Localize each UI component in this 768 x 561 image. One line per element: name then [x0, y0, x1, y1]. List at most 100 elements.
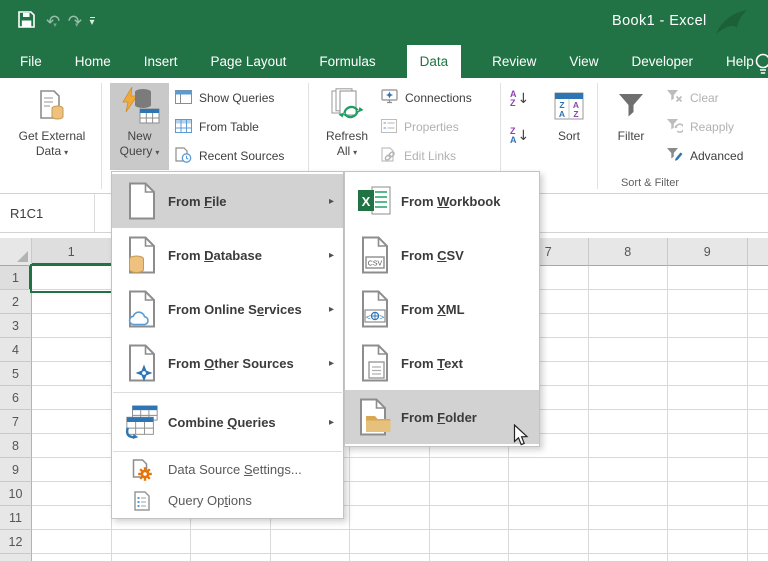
- cell[interactable]: [668, 482, 748, 506]
- cell[interactable]: [509, 458, 589, 482]
- tab-data[interactable]: Data: [406, 45, 462, 78]
- cell[interactable]: [747, 314, 768, 338]
- submenu-item-from-folder[interactable]: From Folder: [345, 390, 539, 444]
- cell[interactable]: [32, 434, 112, 458]
- cell[interactable]: [350, 530, 430, 554]
- cell[interactable]: [32, 410, 112, 434]
- edit-links-button[interactable]: Edit Links: [381, 146, 456, 166]
- cell[interactable]: [588, 554, 668, 561]
- row-header-4[interactable]: 4: [0, 338, 32, 362]
- cell[interactable]: [429, 554, 509, 561]
- submenu-item-from-csv[interactable]: CSV From CSV: [345, 228, 539, 282]
- tab-home[interactable]: Home: [73, 45, 113, 78]
- row-header-9[interactable]: 9: [0, 458, 32, 482]
- cell[interactable]: [588, 314, 668, 338]
- cell[interactable]: [588, 410, 668, 434]
- row-header-1[interactable]: 1: [0, 266, 32, 290]
- redo-icon[interactable]: ↷▾: [68, 13, 82, 32]
- cell[interactable]: [747, 458, 768, 482]
- cell[interactable]: [668, 314, 748, 338]
- cell[interactable]: [32, 338, 112, 362]
- name-box[interactable]: R1C1: [0, 194, 95, 232]
- cell[interactable]: [509, 530, 589, 554]
- cell[interactable]: [32, 506, 112, 530]
- cell[interactable]: [429, 482, 509, 506]
- cell[interactable]: [588, 266, 668, 290]
- undo-icon[interactable]: ↶▾: [46, 13, 60, 32]
- menu-item-from-database[interactable]: From Database ▸: [112, 228, 343, 282]
- cell[interactable]: [32, 554, 112, 561]
- cell[interactable]: [668, 338, 748, 362]
- cell[interactable]: [747, 338, 768, 362]
- cell[interactable]: [668, 386, 748, 410]
- tab-review[interactable]: Review: [490, 45, 538, 78]
- submenu-item-from-workbook[interactable]: X From Workbook: [345, 174, 539, 228]
- tab-developer[interactable]: Developer: [629, 45, 695, 78]
- cell[interactable]: [588, 530, 668, 554]
- show-queries-button[interactable]: Show Queries: [175, 88, 274, 108]
- cell[interactable]: [668, 530, 748, 554]
- cell[interactable]: [588, 362, 668, 386]
- row-header-2[interactable]: 2: [0, 290, 32, 314]
- row-header-12[interactable]: 12: [0, 530, 32, 554]
- cell[interactable]: [588, 482, 668, 506]
- cell[interactable]: [588, 506, 668, 530]
- cell[interactable]: [747, 362, 768, 386]
- cell[interactable]: [32, 458, 112, 482]
- row-header-5[interactable]: 5: [0, 362, 32, 386]
- cell[interactable]: [191, 530, 271, 554]
- cell[interactable]: [32, 482, 112, 506]
- tell-me-lightbulb-icon[interactable]: [753, 52, 768, 81]
- tab-help[interactable]: Help: [724, 45, 756, 78]
- cell[interactable]: [32, 530, 112, 554]
- menu-item-data-source-settings[interactable]: Data Source Settings...: [112, 454, 343, 485]
- row-header-6[interactable]: 6: [0, 386, 32, 410]
- properties-button[interactable]: Properties: [381, 117, 459, 137]
- cell[interactable]: [350, 458, 430, 482]
- from-table-button[interactable]: From Table: [175, 117, 259, 137]
- menu-item-from-other-sources[interactable]: From Other Sources ▸: [112, 336, 343, 390]
- cell[interactable]: [747, 506, 768, 530]
- cell[interactable]: [429, 506, 509, 530]
- row-header-11[interactable]: 11: [0, 506, 32, 530]
- sort-descending-button[interactable]: ZA ↓: [510, 127, 529, 145]
- cell[interactable]: [588, 458, 668, 482]
- refresh-all-button[interactable]: Refresh All ▾: [315, 83, 379, 170]
- cell[interactable]: [429, 458, 509, 482]
- cell[interactable]: [747, 410, 768, 434]
- get-external-data-button[interactable]: Get External Data ▾: [6, 83, 98, 170]
- cell[interactable]: [668, 266, 748, 290]
- row-header-3[interactable]: 3: [0, 314, 32, 338]
- tab-view[interactable]: View: [567, 45, 600, 78]
- cell[interactable]: [32, 362, 112, 386]
- cell[interactable]: [668, 434, 748, 458]
- cell[interactable]: [668, 554, 748, 561]
- cell[interactable]: [350, 482, 430, 506]
- cell[interactable]: [509, 554, 589, 561]
- cell[interactable]: [747, 530, 768, 554]
- clear-filter-button[interactable]: Clear: [666, 88, 719, 108]
- cell[interactable]: [668, 290, 748, 314]
- advanced-filter-button[interactable]: Advanced: [666, 146, 743, 166]
- cell[interactable]: [111, 530, 191, 554]
- cell[interactable]: [747, 482, 768, 506]
- cell[interactable]: [588, 290, 668, 314]
- cell[interactable]: [588, 386, 668, 410]
- column-header-9[interactable]: 9: [668, 238, 748, 266]
- cell[interactable]: [668, 362, 748, 386]
- cell[interactable]: [350, 554, 430, 561]
- reapply-filter-button[interactable]: Reapply: [666, 117, 734, 137]
- cell[interactable]: [747, 554, 768, 561]
- cell[interactable]: [668, 458, 748, 482]
- cell[interactable]: [588, 338, 668, 362]
- cell[interactable]: [111, 554, 191, 561]
- recent-sources-button[interactable]: Recent Sources: [175, 146, 284, 166]
- connections-button[interactable]: Connections: [381, 88, 472, 108]
- menu-item-from-online-services[interactable]: From Online Services ▸: [112, 282, 343, 336]
- cell[interactable]: [668, 410, 748, 434]
- cell[interactable]: [588, 434, 668, 458]
- menu-item-query-options[interactable]: Query Options: [112, 485, 343, 516]
- menu-item-from-file[interactable]: From File ▸: [112, 174, 343, 228]
- cell[interactable]: [747, 290, 768, 314]
- cell[interactable]: [509, 482, 589, 506]
